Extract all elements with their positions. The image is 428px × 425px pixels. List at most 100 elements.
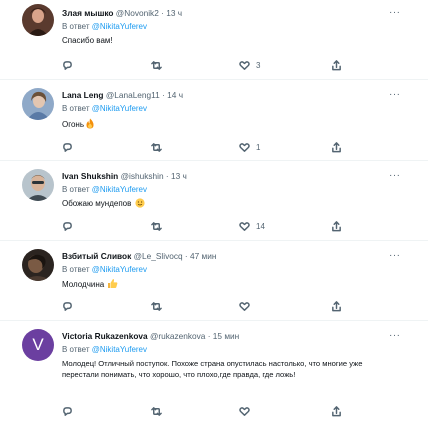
separator-dot: · — [184, 251, 188, 261]
author-name[interactable]: Lana Leng — [62, 90, 104, 100]
share-icon — [332, 220, 341, 231]
like-count: 3 — [256, 60, 261, 70]
tweet[interactable]: Злая мышко @Novonik2 · 13 ч В ответ @Nik… — [0, 0, 428, 80]
avatar[interactable] — [22, 249, 54, 281]
avatar-photo — [22, 88, 54, 120]
reply-prefix: В ответ — [62, 22, 90, 31]
more-options-icon[interactable]: ··· — [389, 331, 401, 341]
reply-mention[interactable]: @NikitaYuferev — [92, 185, 147, 194]
author-name[interactable]: Злая мышко — [62, 8, 113, 18]
reply-mention[interactable]: @NikitaYuferev — [92, 22, 147, 31]
tweet-text: Обожаю мундепов — [62, 198, 402, 212]
like-count: 14 — [256, 221, 265, 231]
thumbs-up-emoji — [107, 278, 118, 293]
reply-icon — [63, 142, 72, 152]
reply-prefix: В ответ — [62, 345, 90, 354]
avatar[interactable] — [22, 169, 54, 201]
tweet-actions — [62, 404, 362, 418]
tweet-text-content: Обожаю мундепов — [62, 199, 132, 208]
separator-dot: · — [165, 171, 169, 181]
tweet[interactable]: Взбитый Сливок @Le_Slivocq · 47 мин В от… — [0, 241, 428, 321]
like-button[interactable]: 3 — [239, 58, 260, 72]
reply-prefix: В ответ — [62, 104, 90, 113]
more-options-icon[interactable]: ··· — [389, 90, 401, 100]
timestamp[interactable]: 14 ч — [167, 90, 183, 100]
like-button[interactable] — [239, 299, 256, 313]
avatar-photo — [22, 4, 54, 36]
timestamp[interactable]: 47 мин — [190, 251, 216, 261]
share-button[interactable] — [331, 58, 342, 72]
reply-context: В ответ @NikitaYuferev — [62, 264, 147, 275]
retweet-button[interactable] — [151, 404, 162, 418]
share-icon — [332, 59, 341, 70]
more-options-icon[interactable]: ··· — [389, 251, 401, 261]
reply-button[interactable] — [62, 140, 73, 154]
tweet-text-content: Огонь — [62, 120, 84, 129]
heart-icon — [239, 142, 250, 152]
like-count: 1 — [256, 142, 261, 152]
author-name[interactable]: Victoria Rukazenkova — [62, 331, 148, 341]
like-button[interactable] — [239, 404, 256, 418]
retweet-button[interactable] — [151, 219, 162, 233]
share-button[interactable] — [331, 299, 342, 313]
heart-icon — [239, 60, 250, 70]
timestamp[interactable]: 13 ч — [171, 171, 187, 181]
reply-context: В ответ @NikitaYuferev — [62, 21, 147, 32]
avatar[interactable]: V — [22, 329, 54, 361]
reply-button[interactable] — [62, 299, 73, 313]
reply-prefix: В ответ — [62, 265, 90, 274]
author-handle[interactable]: @LanaLeng11 — [106, 90, 160, 100]
author-name[interactable]: Ivan Shukshin — [62, 171, 118, 181]
tweet-text: Молодец! Отличный поступок. Похоже стран… — [62, 358, 392, 380]
more-options-icon[interactable]: ··· — [389, 171, 401, 181]
author-handle[interactable]: @Le_Slivocq — [134, 251, 183, 261]
reply-context: В ответ @NikitaYuferev — [62, 184, 147, 195]
share-icon — [332, 300, 341, 311]
avatar[interactable] — [22, 4, 54, 36]
more-options-icon[interactable]: ··· — [389, 8, 401, 18]
reply-mention[interactable]: @NikitaYuferev — [92, 104, 147, 113]
reply-button[interactable] — [62, 404, 73, 418]
tweet[interactable]: V Victoria Rukazenkova @rukazenkova · 15… — [0, 321, 428, 425]
share-icon — [332, 141, 341, 152]
avatar-letter: V — [32, 335, 44, 354]
avatar[interactable] — [22, 88, 54, 120]
tweet[interactable]: Lana Leng @LanaLeng11 · 14 ч В ответ @Ni… — [0, 80, 428, 161]
retweet-icon — [151, 142, 162, 152]
share-button[interactable] — [331, 140, 342, 154]
retweet-button[interactable] — [151, 299, 162, 313]
author-handle[interactable]: @Novonik2 — [116, 8, 159, 18]
retweet-icon — [151, 301, 162, 311]
reply-mention[interactable]: @NikitaYuferev — [92, 265, 147, 274]
tweet-text: Молодчина — [62, 278, 402, 293]
tweet[interactable]: Ivan Shukshin @ishukshin · 13 ч В ответ … — [0, 161, 428, 241]
timestamp[interactable]: 13 ч — [166, 8, 182, 18]
separator-dot: · — [161, 8, 164, 18]
author-name[interactable]: Взбитый Сливок — [62, 251, 131, 261]
reply-icon — [63, 301, 72, 311]
tweet-text: Спасибо вам! — [62, 35, 402, 47]
heart-icon — [239, 301, 250, 311]
tweet-text-content: Спасибо вам! — [62, 36, 113, 45]
reply-button[interactable] — [62, 58, 73, 72]
reply-mention[interactable]: @NikitaYuferev — [92, 345, 147, 354]
retweet-button[interactable] — [151, 140, 162, 154]
like-button[interactable]: 14 — [239, 219, 265, 233]
share-button[interactable] — [331, 404, 342, 418]
timestamp[interactable]: 15 мин — [213, 331, 239, 341]
share-icon — [332, 405, 341, 416]
share-button[interactable] — [331, 219, 342, 233]
avatar-photo — [22, 249, 54, 281]
retweet-button[interactable] — [151, 58, 162, 72]
author-handle[interactable]: @ishukshin — [121, 171, 164, 181]
like-button[interactable]: 1 — [239, 140, 260, 154]
separator-dot: · — [162, 90, 165, 100]
reply-button[interactable] — [62, 219, 73, 233]
retweet-icon — [151, 60, 162, 70]
heart-icon — [239, 221, 250, 231]
tweet-actions: 3 — [62, 58, 362, 72]
fire-emoji — [85, 118, 95, 133]
tweet-actions: 1 — [62, 140, 362, 154]
reply-icon — [63, 221, 72, 231]
author-handle[interactable]: @rukazenkova — [150, 331, 205, 341]
